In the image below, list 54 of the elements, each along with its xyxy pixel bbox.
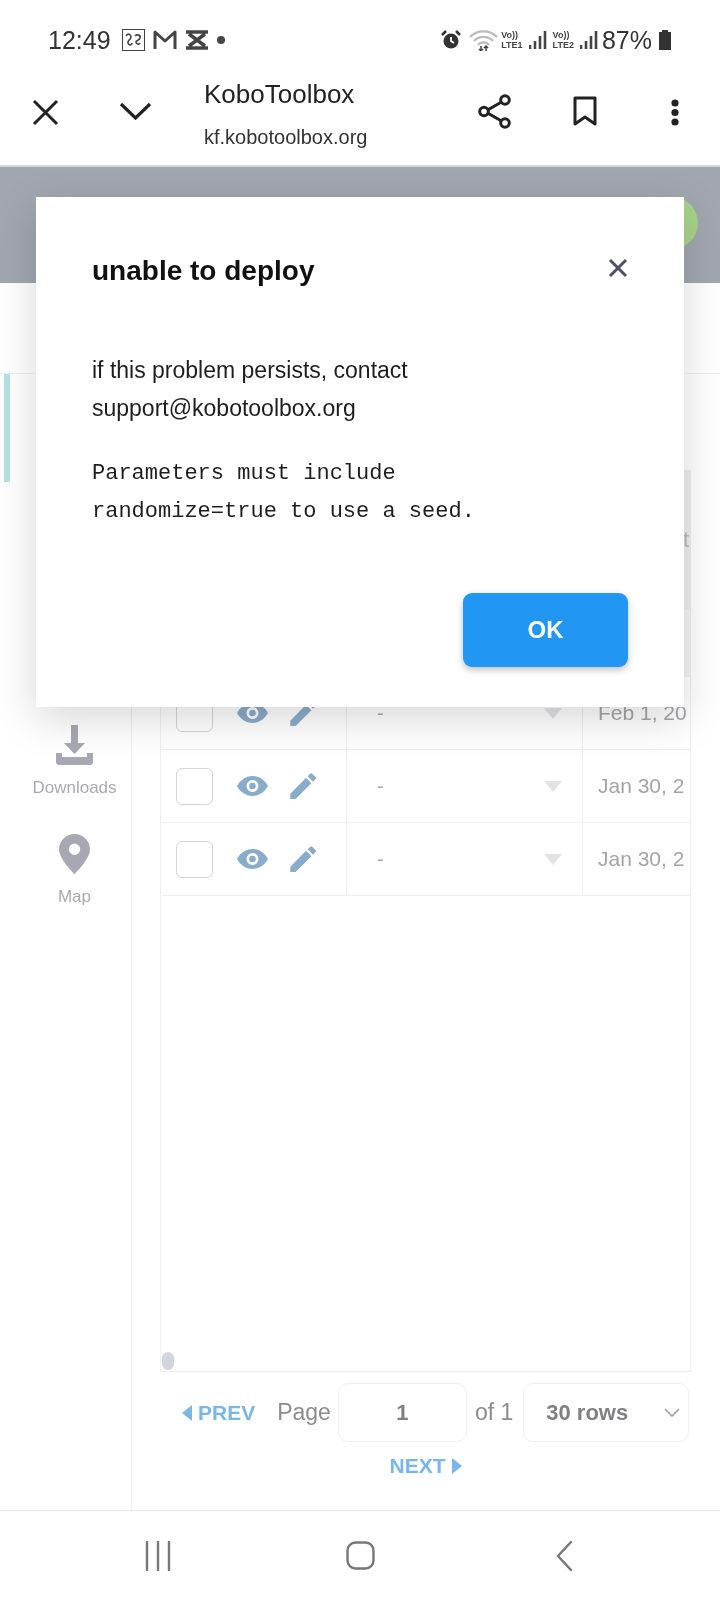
battery-icon <box>658 30 672 50</box>
dialog-message: if this problem persists, contact support@kobotoolbox.org <box>92 356 409 423</box>
download-icon <box>56 725 93 765</box>
close-button[interactable] <box>608 258 628 278</box>
caret-right-icon <box>451 1458 462 1474</box>
wifi-icon <box>469 29 499 51</box>
eye-icon[interactable] <box>237 849 268 869</box>
rows-per-page-select[interactable]: 30 rows <box>523 1383 690 1442</box>
map-pin-icon <box>59 834 90 874</box>
signal-icon <box>528 31 547 49</box>
back-icon[interactable] <box>556 1540 573 1571</box>
date-cell: Jan 30, 2 <box>598 847 685 871</box>
page-url: kf.kobotoolbox.org <box>204 125 368 150</box>
caret-left-icon <box>182 1404 192 1421</box>
close-icon <box>608 258 628 278</box>
pencil-icon[interactable] <box>290 846 316 872</box>
clock-time: 12:49 <box>48 25 111 55</box>
close-icon[interactable] <box>32 99 59 126</box>
table-cell: - <box>377 774 384 798</box>
bookmark-icon[interactable] <box>573 96 597 126</box>
home-icon[interactable] <box>346 1541 375 1570</box>
eye-icon[interactable] <box>237 776 268 796</box>
app-logo-icon <box>184 30 209 50</box>
table-cell: - <box>377 701 384 725</box>
page-title: KoboToolbox <box>204 80 355 108</box>
sidebar-item[interactable]: Downloads <box>32 777 117 799</box>
date-cell: Jan 30, 2 <box>598 774 685 798</box>
scrollbar-thumb[interactable] <box>162 1352 174 1370</box>
share-icon[interactable] <box>478 94 511 129</box>
page-label: Page <box>277 1399 331 1426</box>
signal-icon <box>579 31 598 49</box>
volte-label: Vo)) <box>552 30 571 40</box>
battery-percentage: 87% <box>601 25 652 55</box>
network-type-label: LTE1 <box>501 40 523 50</box>
row-checkbox[interactable] <box>176 840 213 878</box>
error-detail: Parameters must include randomize=true to use a seed. <box>92 460 476 526</box>
recent-apps-icon[interactable] <box>145 1540 171 1571</box>
chevron-down-icon <box>664 1408 681 1417</box>
ok-button[interactable]: OK <box>463 593 628 667</box>
mail-icon <box>152 30 177 50</box>
alarm-clock-icon <box>441 30 462 50</box>
more-options-icon[interactable] <box>670 99 680 126</box>
volte-label: Vo)) <box>501 30 520 40</box>
sidebar-item[interactable]: Map <box>57 886 92 908</box>
chevron-down-icon[interactable] <box>119 102 152 120</box>
page-count: of 1 <box>474 1399 514 1426</box>
row-checkbox[interactable] <box>176 767 213 805</box>
table-cell: - <box>377 847 384 871</box>
network-type-label: LTE2 <box>552 40 574 50</box>
page-input[interactable]: 1 <box>337 1383 467 1442</box>
pencil-icon[interactable] <box>290 773 316 799</box>
notification-dot-icon <box>216 36 225 44</box>
dialog-title: unable to deploy <box>92 254 315 288</box>
app-notification-icon <box>121 29 145 51</box>
